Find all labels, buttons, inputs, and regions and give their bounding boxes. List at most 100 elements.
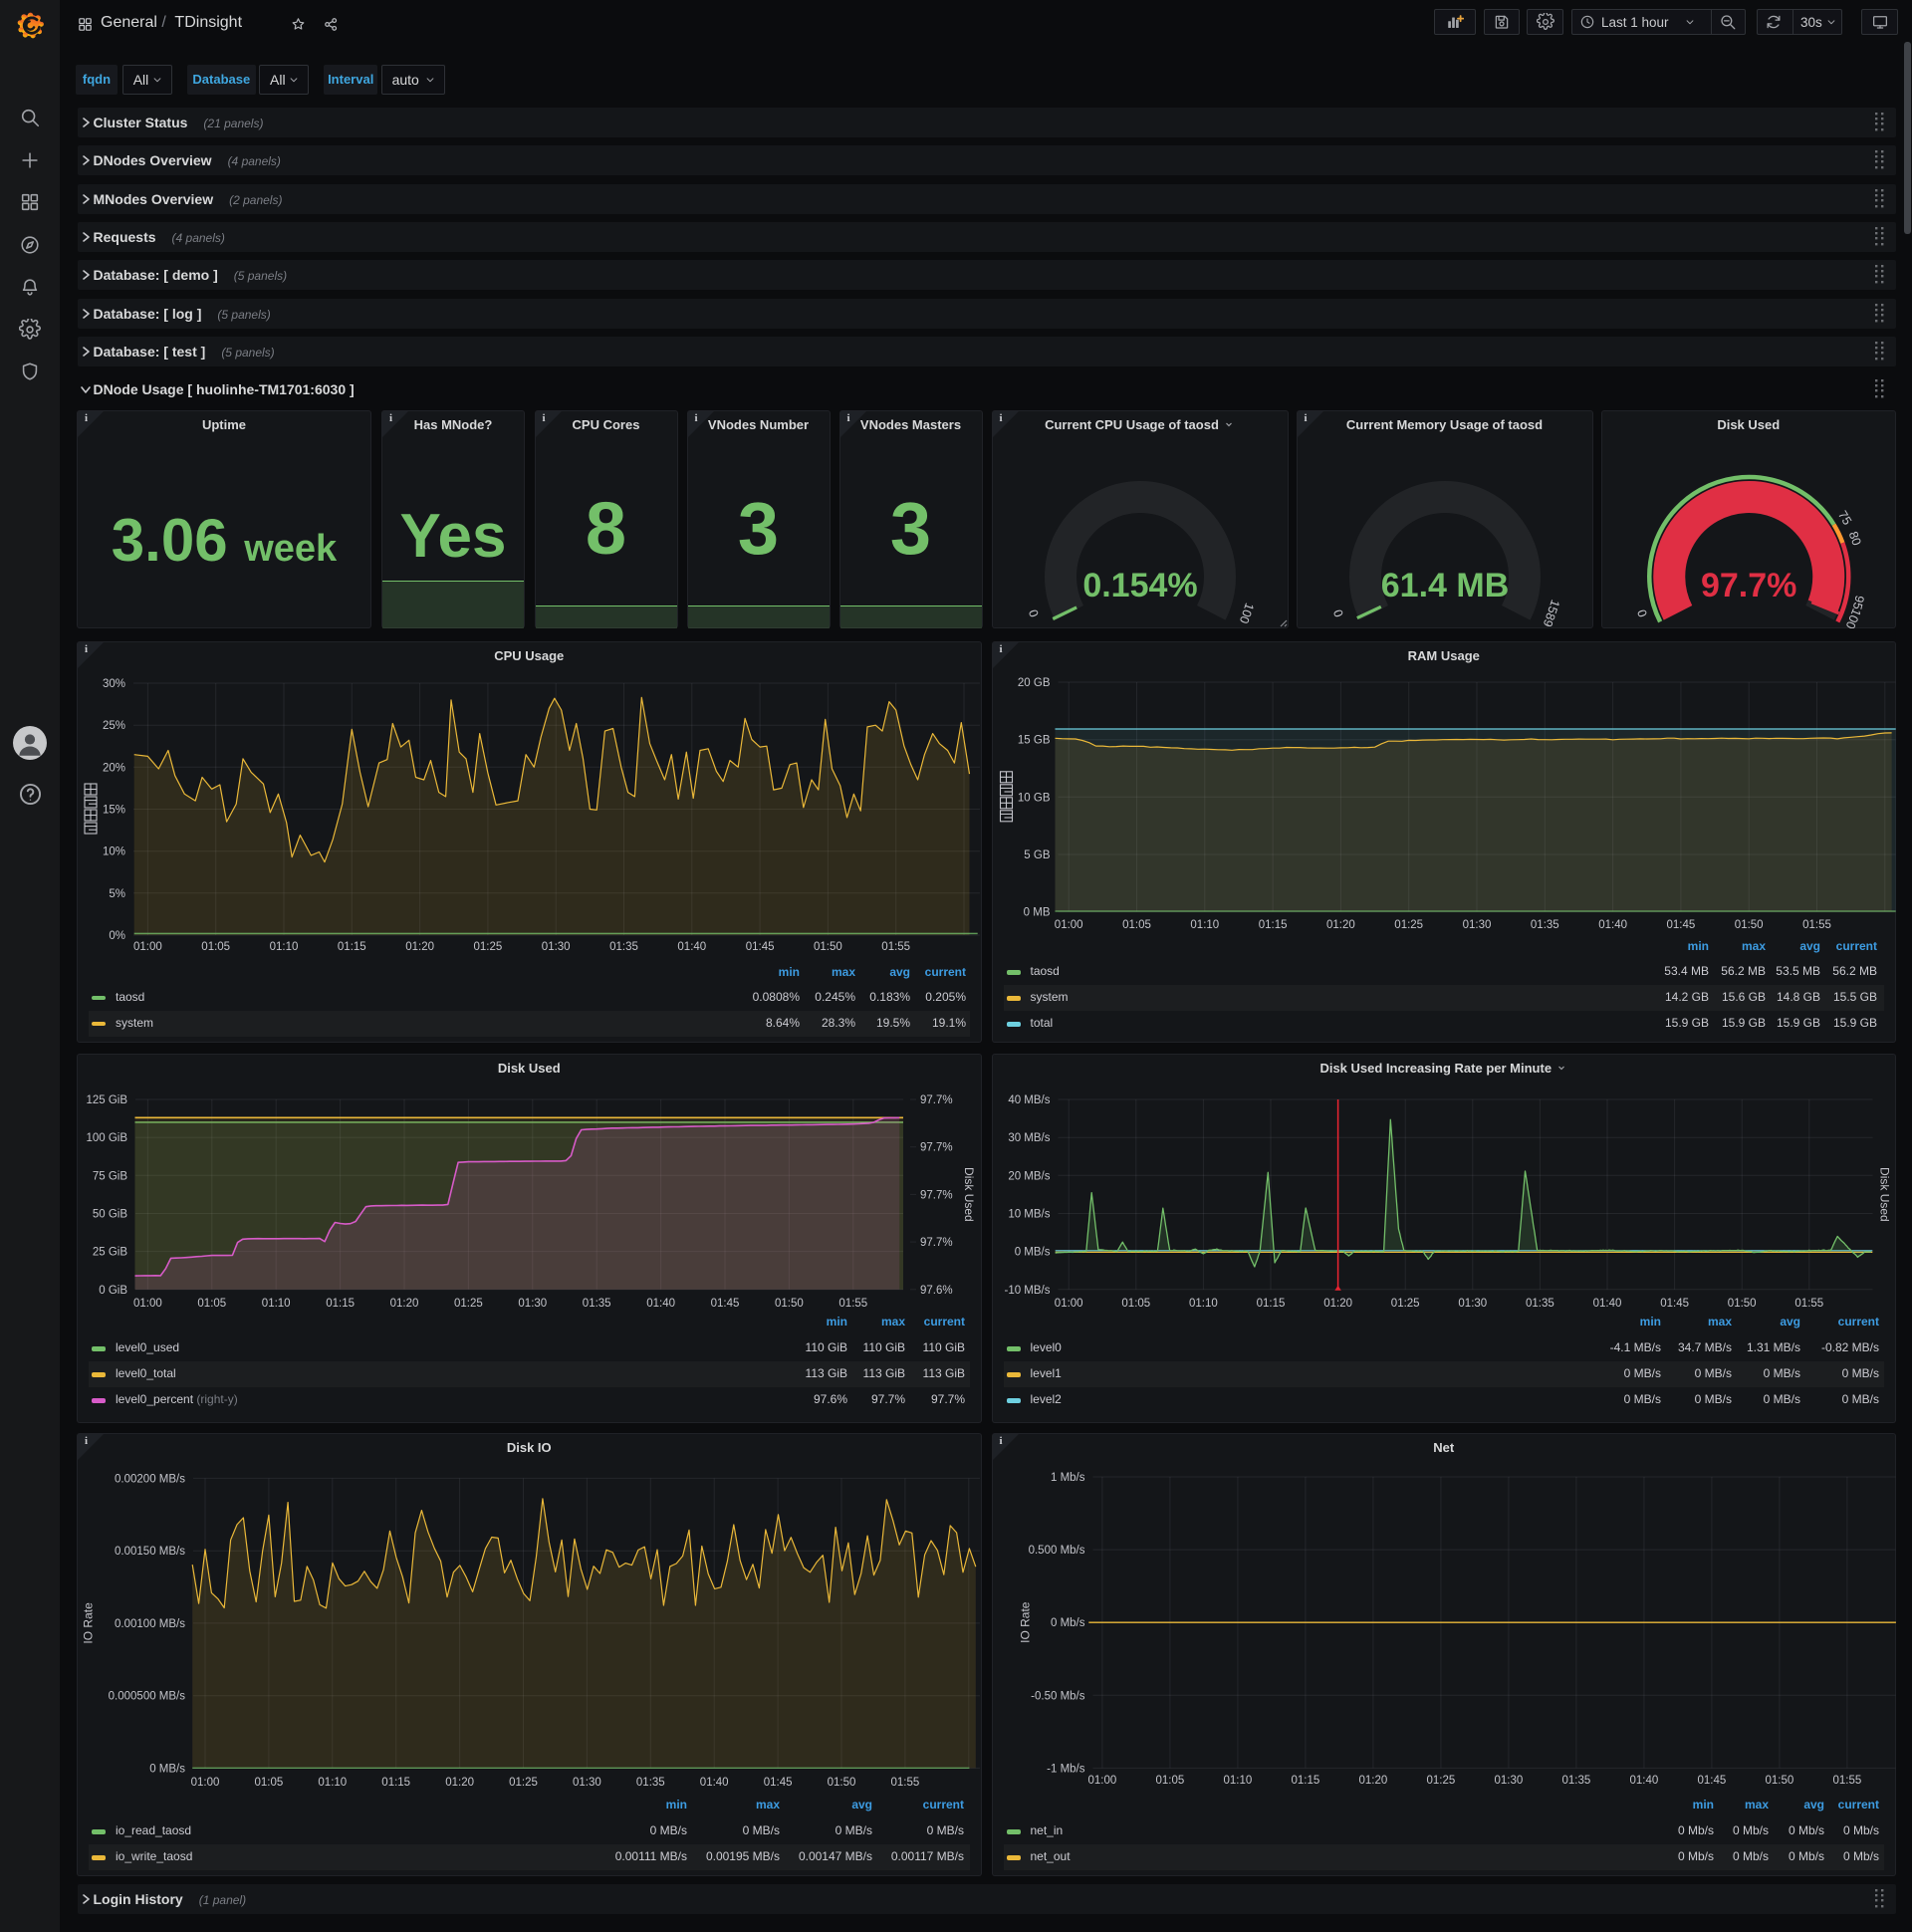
svg-text:80: 80 [1845, 530, 1863, 548]
svg-text:0 Mb/s: 0 Mb/s [1050, 1617, 1084, 1629]
svg-text:0.00200 MB/s: 0.00200 MB/s [115, 1473, 185, 1485]
svg-text:01:20: 01:20 [405, 941, 434, 953]
svg-text:1589: 1589 [1540, 598, 1561, 628]
svg-text:01:10: 01:10 [1223, 1775, 1252, 1787]
svg-text:01:35: 01:35 [636, 1777, 665, 1789]
svg-text:25%: 25% [103, 720, 125, 732]
svg-text:5%: 5% [109, 888, 125, 900]
svg-text:0 MB/s: 0 MB/s [149, 1763, 185, 1775]
svg-text:97.6%: 97.6% [920, 1285, 953, 1297]
svg-text:01:35: 01:35 [583, 1298, 611, 1310]
svg-text:01:30: 01:30 [1458, 1298, 1487, 1310]
svg-text:01:45: 01:45 [1697, 1775, 1726, 1787]
svg-text:97.7%: 97.7% [920, 1237, 953, 1249]
svg-text:0 MB: 0 MB [1023, 907, 1050, 919]
svg-text:01:55: 01:55 [881, 941, 910, 953]
svg-text:0.000500 MB/s: 0.000500 MB/s [109, 1691, 186, 1703]
svg-text:01:25: 01:25 [474, 941, 503, 953]
svg-text:97.7%: 97.7% [1700, 567, 1795, 604]
svg-text:30%: 30% [103, 678, 125, 690]
svg-text:01:30: 01:30 [518, 1298, 547, 1310]
svg-text:10 GB: 10 GB [1017, 792, 1050, 804]
svg-text:0.00100 MB/s: 0.00100 MB/s [115, 1618, 185, 1630]
svg-text:01:15: 01:15 [1291, 1775, 1319, 1787]
svg-text:40 MB/s: 40 MB/s [1008, 1094, 1050, 1106]
svg-text:01:15: 01:15 [1258, 919, 1287, 931]
svg-text:01:00: 01:00 [1054, 1298, 1082, 1310]
svg-text:01:45: 01:45 [1660, 1298, 1689, 1310]
svg-text:10%: 10% [103, 846, 125, 858]
svg-text:100: 100 [1842, 606, 1863, 628]
svg-text:61.4 MB: 61.4 MB [1380, 567, 1509, 604]
svg-text:01:45: 01:45 [711, 1298, 740, 1310]
svg-text:97.7%: 97.7% [920, 1094, 953, 1106]
svg-text:01:25: 01:25 [1394, 919, 1423, 931]
svg-text:125 GiB: 125 GiB [86, 1094, 127, 1106]
svg-text:01:55: 01:55 [891, 1777, 920, 1789]
svg-text:01:20: 01:20 [1358, 1775, 1387, 1787]
svg-text:01:10: 01:10 [270, 941, 299, 953]
svg-text:97.7%: 97.7% [920, 1142, 953, 1154]
svg-text:0 MB/s: 0 MB/s [1014, 1247, 1050, 1259]
svg-text:30 MB/s: 30 MB/s [1008, 1132, 1050, 1144]
svg-text:01:05: 01:05 [197, 1298, 226, 1310]
svg-text:01:55: 01:55 [1832, 1775, 1861, 1787]
svg-text:20%: 20% [103, 762, 125, 774]
svg-text:25 GiB: 25 GiB [93, 1247, 127, 1259]
svg-text:01:00: 01:00 [133, 1298, 162, 1310]
svg-text:01:00: 01:00 [1054, 919, 1082, 931]
svg-text:01:45: 01:45 [1666, 919, 1695, 931]
svg-text:0.00150 MB/s: 0.00150 MB/s [115, 1546, 185, 1558]
svg-text:100 GiB: 100 GiB [86, 1132, 127, 1144]
svg-text:0.154%: 0.154% [1082, 567, 1197, 604]
svg-text:01:45: 01:45 [764, 1777, 793, 1789]
svg-text:01:55: 01:55 [1802, 919, 1831, 931]
svg-text:100: 100 [1236, 602, 1256, 625]
svg-text:IO Rate: IO Rate [82, 1602, 96, 1644]
svg-text:01:50: 01:50 [828, 1777, 856, 1789]
svg-text:01:40: 01:40 [646, 1298, 675, 1310]
svg-text:01:30: 01:30 [1494, 1775, 1523, 1787]
svg-text:01:40: 01:40 [1592, 1298, 1621, 1310]
svg-text:0 GiB: 0 GiB [99, 1285, 127, 1297]
svg-text:01:25: 01:25 [509, 1777, 538, 1789]
svg-text:01:35: 01:35 [1530, 919, 1558, 931]
svg-text:01:05: 01:05 [1155, 1775, 1184, 1787]
svg-text:01:55: 01:55 [1794, 1298, 1823, 1310]
svg-text:20 GB: 20 GB [1017, 677, 1050, 689]
svg-text:01:35: 01:35 [1561, 1775, 1590, 1787]
svg-text:20 MB/s: 20 MB/s [1008, 1170, 1050, 1182]
svg-text:01:50: 01:50 [1734, 919, 1763, 931]
svg-text:01:30: 01:30 [542, 941, 571, 953]
svg-text:0.500 Mb/s: 0.500 Mb/s [1028, 1545, 1084, 1557]
svg-text:15%: 15% [103, 805, 125, 817]
svg-text:10 MB/s: 10 MB/s [1008, 1209, 1050, 1221]
svg-text:01:55: 01:55 [838, 1298, 867, 1310]
svg-text:0: 0 [1330, 607, 1346, 618]
svg-text:01:40: 01:40 [1629, 1775, 1658, 1787]
svg-text:01:40: 01:40 [1598, 919, 1627, 931]
svg-text:01:15: 01:15 [381, 1777, 410, 1789]
svg-text:01:35: 01:35 [609, 941, 638, 953]
svg-text:01:15: 01:15 [338, 941, 366, 953]
svg-text:01:05: 01:05 [201, 941, 230, 953]
svg-text:-1 Mb/s: -1 Mb/s [1047, 1763, 1085, 1775]
svg-text:01:05: 01:05 [255, 1777, 284, 1789]
svg-text:97.7%: 97.7% [920, 1189, 953, 1201]
svg-text:01:30: 01:30 [1462, 919, 1491, 931]
svg-text:01:25: 01:25 [454, 1298, 483, 1310]
svg-text:Disk Used: Disk Used [1877, 1167, 1891, 1222]
svg-text:01:20: 01:20 [445, 1777, 474, 1789]
svg-text:01:25: 01:25 [1426, 1775, 1455, 1787]
svg-text:01:40: 01:40 [677, 941, 706, 953]
svg-text:01:20: 01:20 [1326, 919, 1355, 931]
svg-text:-10 MB/s: -10 MB/s [1004, 1285, 1050, 1297]
svg-text:1 Mb/s: 1 Mb/s [1050, 1472, 1084, 1484]
svg-text:01:00: 01:00 [1087, 1775, 1116, 1787]
svg-text:01:40: 01:40 [700, 1777, 729, 1789]
svg-text:50 GiB: 50 GiB [93, 1209, 127, 1221]
svg-text:01:45: 01:45 [746, 941, 775, 953]
svg-text:01:05: 01:05 [1122, 919, 1151, 931]
svg-text:01:50: 01:50 [1765, 1775, 1793, 1787]
svg-text:Disk Used: Disk Used [962, 1167, 976, 1222]
